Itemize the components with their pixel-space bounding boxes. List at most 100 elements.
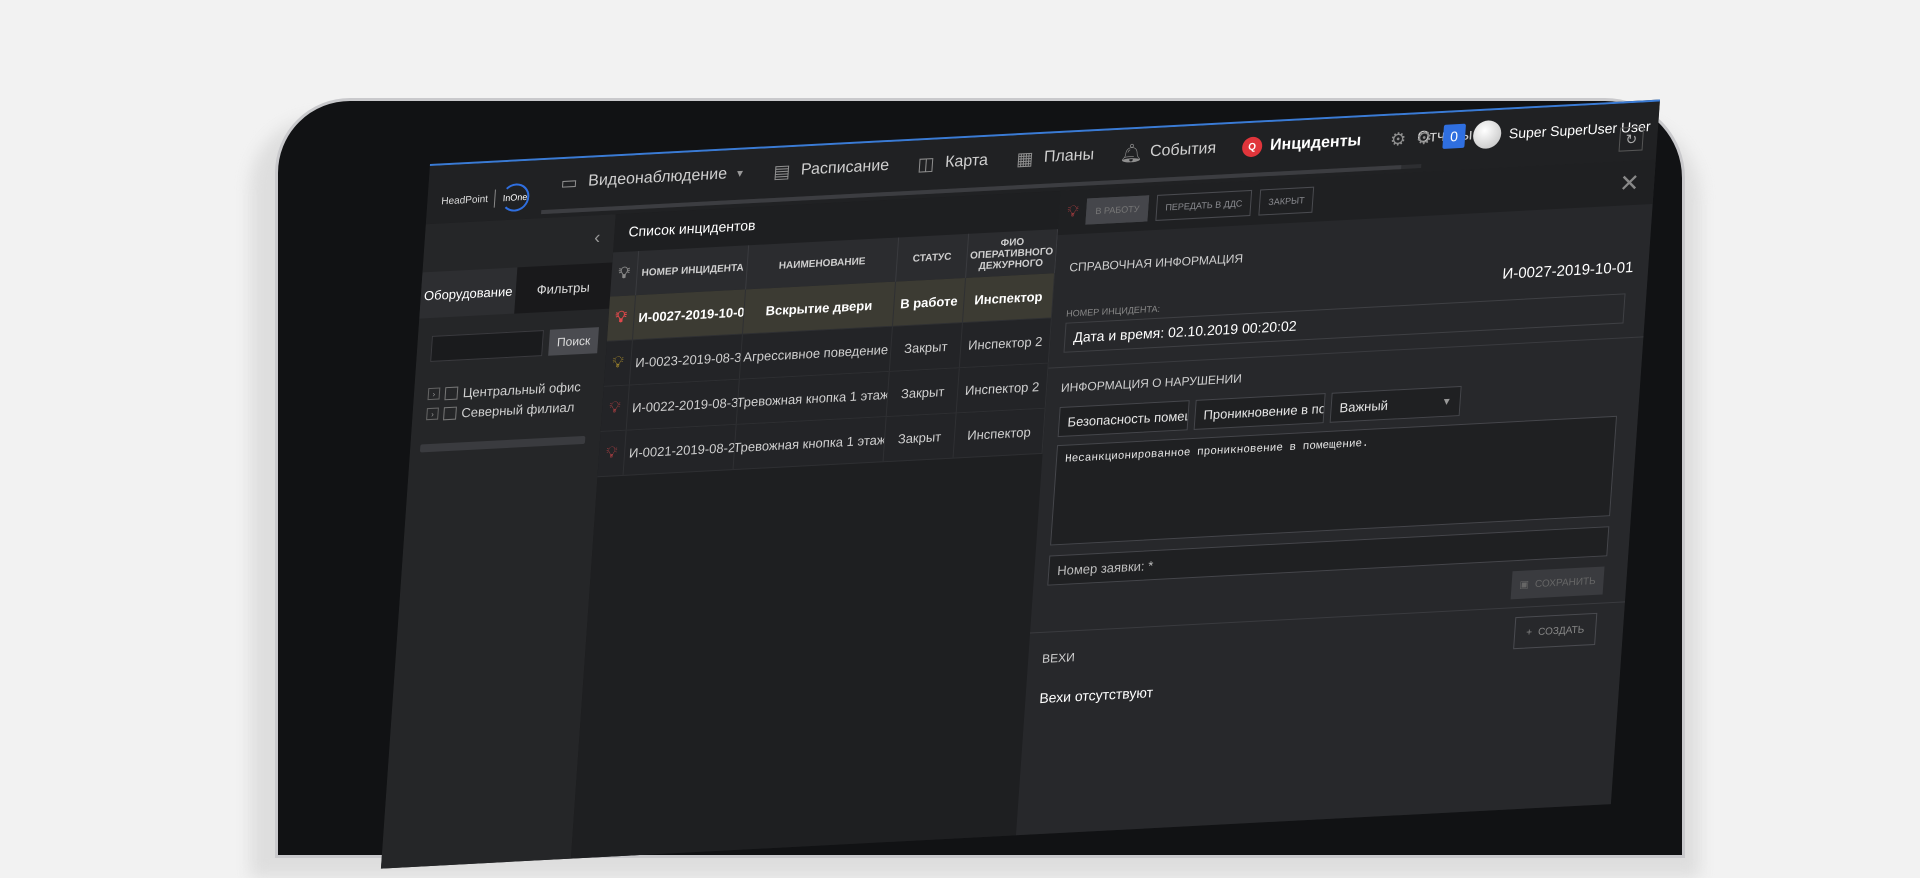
- chevron-down-icon: ▼: [734, 167, 746, 180]
- incident-number: И-0027-2019-10-01: [632, 289, 747, 340]
- to-work-button[interactable]: В работу: [1085, 195, 1150, 225]
- tree-checkbox[interactable]: [444, 386, 459, 400]
- tree-checkbox[interactable]: [443, 406, 457, 420]
- close-icon[interactable]: ✕: [1618, 169, 1640, 199]
- save-icon: ▣: [1519, 578, 1530, 591]
- incident-number-value: И-0027-2019-10-01: [1501, 258, 1634, 283]
- logo-headpoint: HeadPoint: [440, 193, 489, 207]
- create-milestone-button[interactable]: + Создать: [1513, 612, 1598, 650]
- nav-events-label: События: [1149, 139, 1217, 161]
- settings-icon[interactable]: ⚙: [1412, 127, 1435, 148]
- tab-filters[interactable]: Фильтры: [514, 262, 613, 314]
- priority-cell: 💡︎: [603, 340, 633, 386]
- bulb-icon: 💡︎: [617, 264, 631, 283]
- incident-officer: Инспектор 2: [956, 363, 1049, 413]
- logo-inone: InOne: [500, 182, 531, 213]
- list-title: Список инцидентов: [627, 216, 757, 240]
- priority-cell: 💡︎: [600, 385, 630, 432]
- expand-icon[interactable]: ›: [427, 387, 441, 401]
- save-button-label: Сохранить: [1534, 575, 1597, 590]
- incident-status: Закрыт: [889, 323, 963, 371]
- logo[interactable]: HeadPoint InOne: [440, 182, 531, 216]
- search-button[interactable]: Поиск: [548, 327, 600, 356]
- monitor-icon: ▭: [559, 172, 579, 194]
- bell-icon: 🔔︎: [1119, 142, 1144, 164]
- sidebar-tabs: Оборудование Фильтры: [419, 262, 613, 319]
- incident-status: Закрыт: [886, 368, 960, 417]
- app-screen: HeadPoint InOne ▭ Видеонаблюдение ▼ ▤ Ра…: [380, 99, 1660, 869]
- table-body: 💡︎ И-0027-2019-10-01 Вскрытие двери В ра…: [597, 273, 1056, 478]
- incident-list-panel: Список инцидентов 💡︎ Номер инцидента Наи…: [570, 190, 1061, 867]
- incident-officer: Инспектор: [962, 273, 1056, 323]
- incident-status: В работе: [892, 277, 967, 326]
- incident-name: Тревожная кнопка 1 этаж: [733, 417, 887, 470]
- expand-icon[interactable]: ›: [426, 407, 439, 421]
- nav-incidents[interactable]: Q Инциденты: [1241, 131, 1362, 158]
- incident-status: Закрыт: [883, 413, 957, 462]
- priority-select-value: Важный: [1339, 397, 1389, 415]
- save-button[interactable]: ▣ Сохранить: [1510, 566, 1605, 600]
- tab-equipment[interactable]: Оборудование: [419, 267, 518, 319]
- create-button-label: Создать: [1537, 623, 1585, 638]
- description-textarea[interactable]: Несанкционированное проникновение в поме…: [1050, 415, 1618, 546]
- bulb-icon: 💡︎: [608, 398, 621, 417]
- violation-section-title: Информация о нарушении: [1060, 371, 1243, 395]
- incident-officer: Инспектор 2: [959, 318, 1052, 368]
- nav-plans[interactable]: ▦ Планы: [1013, 145, 1095, 170]
- nav-video-label: Видеонаблюдение: [587, 165, 728, 190]
- nav-plans-label: Планы: [1043, 146, 1095, 166]
- datetime-field: Дата и время: 02.10.2019 00:20:02: [1063, 293, 1626, 353]
- bulb-icon: 💡︎: [611, 353, 625, 372]
- category-select[interactable]: Безопасность помещ: [1057, 400, 1190, 438]
- close-incident-button[interactable]: Закрыт: [1258, 186, 1315, 216]
- nav-map-label: Карта: [944, 151, 989, 172]
- search-input[interactable]: [430, 330, 544, 362]
- bulb-icon: 💡︎: [614, 308, 628, 327]
- floorplan-icon: ▦: [1015, 148, 1035, 170]
- bulb-icon: 💡︎: [1066, 202, 1080, 221]
- logo-separator: [493, 189, 496, 208]
- incident-number: И-0022-2019-08-30: [626, 379, 740, 430]
- nav-events[interactable]: 🔔︎ События: [1119, 139, 1216, 164]
- incident-detail-panel: 💡︎ В работу Передать в ДДС Закрыт ✕ Спра…: [1015, 159, 1656, 844]
- nav-schedule-label: Расписание: [800, 156, 890, 179]
- nav-video[interactable]: ▭ Видеонаблюдение ▼: [557, 163, 745, 193]
- plus-icon: +: [1525, 626, 1533, 639]
- equipment-tree: › Центральный офис › Северный филиал: [426, 376, 582, 424]
- column-header-status[interactable]: Статус: [896, 233, 970, 282]
- refresh-icon[interactable]: ↻: [1618, 126, 1645, 152]
- column-header-number[interactable]: Номер инцидента: [636, 245, 750, 296]
- priority-cell: 💡︎: [606, 295, 637, 341]
- sidebar-scrollbar[interactable]: [419, 435, 586, 453]
- tree-item-label: Северный филиал: [460, 398, 575, 420]
- incident-number-label: Номер инцидента:: [1065, 303, 1161, 319]
- incident-officer: Инспектор: [953, 408, 1046, 458]
- incident-number: И-0021-2019-08-29: [623, 424, 737, 475]
- schedule-icon: ▤: [772, 161, 792, 183]
- incident-name: Агрессивное поведение: [739, 326, 893, 379]
- transfer-dds-button[interactable]: Передать в ДДС: [1155, 189, 1253, 221]
- milestones-empty-text: Вехи отсутствуют: [1038, 684, 1154, 707]
- chevron-down-icon: ▼: [1441, 395, 1453, 408]
- avatar[interactable]: [1471, 119, 1502, 150]
- map-icon: ◫: [916, 153, 936, 175]
- notification-count[interactable]: 0: [1442, 123, 1466, 149]
- sidebar-search: Поиск: [430, 327, 600, 362]
- nav-schedule[interactable]: ▤ Расписание: [770, 156, 890, 182]
- milestones-section-title: Вехи: [1041, 650, 1076, 666]
- priority-select[interactable]: Важный ▼: [1329, 385, 1462, 423]
- incident-icon: Q: [1241, 136, 1263, 158]
- nav-incidents-label: Инциденты: [1269, 132, 1362, 155]
- type-select[interactable]: Проникновение в по: [1193, 393, 1326, 430]
- collapse-sidebar-icon[interactable]: ‹: [593, 227, 601, 248]
- incident-name: Вскрытие двери: [742, 281, 897, 334]
- incident-name: Тревожная кнопка 1 этаж: [736, 371, 890, 424]
- incident-number: И-0023-2019-08-30: [629, 334, 743, 385]
- column-header-officer[interactable]: ФИО оперативного дежурного: [966, 229, 1059, 278]
- gear-icon: ⚙: [1389, 128, 1407, 150]
- bulb-icon: 💡︎: [605, 444, 618, 462]
- ref-section-title: Справочная информация: [1068, 251, 1244, 275]
- nav-map[interactable]: ◫ Карта: [914, 151, 989, 175]
- priority-cell: 💡︎: [597, 430, 627, 477]
- bulb-column-header[interactable]: 💡︎: [610, 251, 640, 297]
